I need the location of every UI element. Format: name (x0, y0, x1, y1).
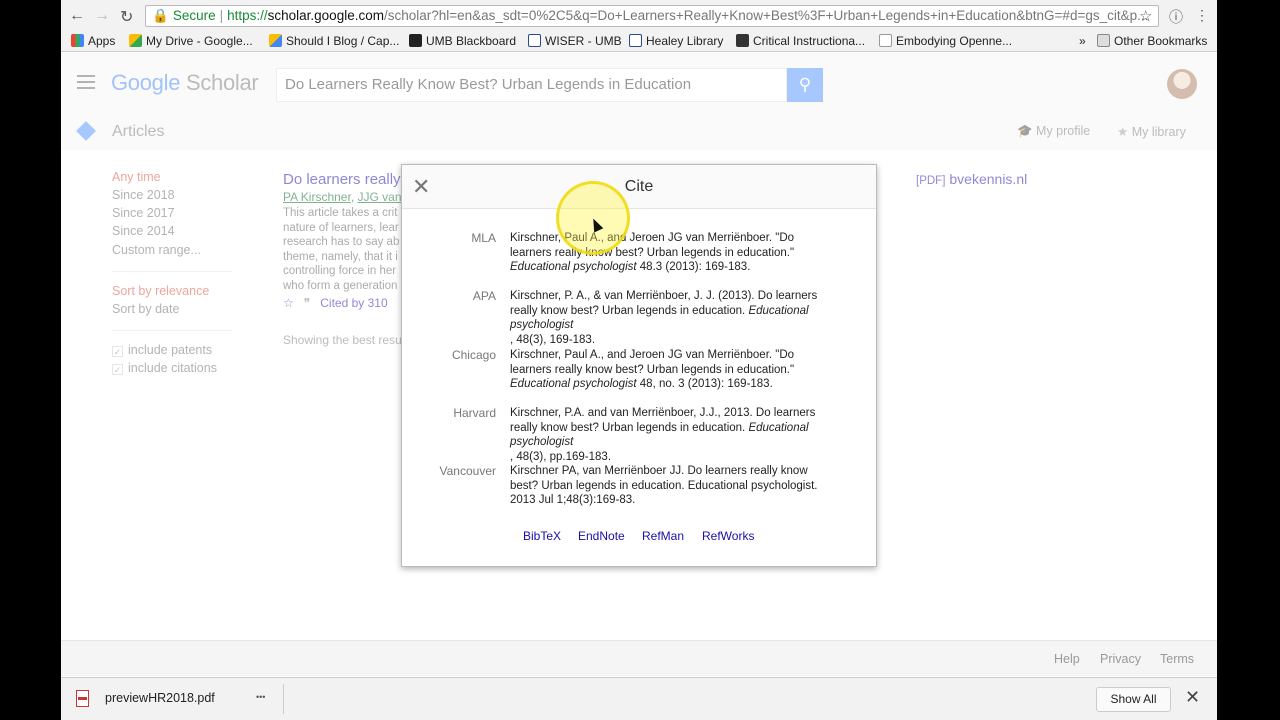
download-more-icon[interactable]: ••• (256, 692, 265, 702)
export-endnote-link[interactable]: EndNote (578, 529, 625, 543)
url-path: /scholar?hl=en&as_sdt=0%2C5&q=Do+Learner… (383, 8, 1149, 23)
page-footer: Help Privacy Terms (61, 640, 1217, 676)
drive-icon (269, 34, 282, 47)
footer-privacy-link[interactable]: Privacy (1100, 652, 1141, 666)
citation-mla[interactable]: Kirschner, Paul A., and Jeroen JG van Me… (510, 231, 840, 275)
bookmark-wiser[interactable]: WISER - UMB (528, 34, 622, 48)
forward-icon[interactable]: → (94, 7, 110, 25)
divider (283, 684, 284, 714)
bookmark-critical-instructional[interactable]: Critical Instructiona... (736, 34, 865, 48)
cite-dialog-header: Cite ✕ (402, 165, 876, 209)
footer-help-link[interactable]: Help (1054, 652, 1080, 666)
cite-style-label: MLA (471, 231, 496, 245)
citation-apa[interactable]: Kirschner, P. A., & van Merriënboer, J. … (510, 289, 840, 347)
bookmark-my-drive[interactable]: My Drive - Google... (129, 34, 253, 48)
reload-icon[interactable]: ↻ (120, 7, 133, 27)
export-refman-link[interactable]: RefMan (642, 529, 684, 543)
cite-style-label: Vancouver (439, 464, 496, 478)
show-all-button[interactable]: Show All (1096, 687, 1171, 712)
browser-toolbar: ← → ↻ 🔒 Secure | https://scholar.google.com… (61, 0, 1217, 52)
apps-icon (71, 34, 84, 47)
cite-dialog: Cite ✕ MLA Kirschner, Paul A., and Jeroe… (401, 164, 877, 567)
download-item[interactable]: previewHR2018.pdf (105, 691, 215, 705)
menu-dots-icon[interactable]: ⋮ (1195, 7, 1209, 24)
url-host: scholar.google.com (267, 8, 384, 23)
bookmark-should-i-blog[interactable]: Should I Blog / Cap... (269, 34, 399, 48)
pdf-file-icon (76, 690, 89, 707)
export-bibtex-link[interactable]: BibTeX (523, 529, 561, 543)
folder-icon (1097, 34, 1110, 47)
cite-dialog-title: Cite (624, 178, 654, 195)
cite-style-label: APA (472, 289, 496, 303)
citation-vancouver[interactable]: Kirschner PA, van Merriënboer JJ. Do lea… (510, 464, 840, 508)
back-icon[interactable]: ← (69, 7, 85, 25)
cite-style-label: Chicago (451, 348, 496, 362)
bookmark-umb-blackboard[interactable]: UMB Blackboard (409, 34, 516, 48)
address-bar[interactable]: 🔒 Secure | https://scholar.google.com/schol… (145, 5, 1159, 27)
doc-icon (736, 34, 749, 47)
footer-terms-link[interactable]: Terms (1160, 652, 1194, 666)
url-protocol: https:// (227, 8, 268, 23)
info-icon[interactable]: ⓘ (1169, 7, 1183, 27)
bookmarks-overflow[interactable]: » (1079, 34, 1086, 48)
bookmark-star-icon[interactable]: ☆ (1139, 7, 1152, 25)
secure-label: Secure (172, 8, 216, 23)
lock-icon: 🔒 (152, 8, 169, 23)
bookmark-embodying[interactable]: Embodying Openne... (879, 34, 1012, 48)
page-icon (879, 34, 892, 47)
blackboard-icon (409, 34, 422, 47)
cite-style-label: Harvard (453, 406, 496, 420)
downloads-bar: previewHR2018.pdf ••• Show All ✕ (61, 677, 1217, 720)
close-icon[interactable]: ✕ (412, 174, 430, 200)
close-icon[interactable]: ✕ (1185, 687, 1200, 708)
export-refworks-link[interactable]: RefWorks (702, 529, 754, 543)
bookmark-apps[interactable]: Apps (71, 34, 115, 48)
bookmark-other[interactable]: Other Bookmarks (1097, 34, 1207, 48)
library-icon (629, 34, 642, 47)
citation-harvard[interactable]: Kirschner, P.A. and van Merriënboer, J.J… (510, 406, 840, 464)
browser-window: ← → ↻ 🔒 Secure | https://scholar.google.com… (61, 0, 1217, 720)
wiser-icon (528, 34, 541, 47)
citation-chicago[interactable]: Kirschner, Paul A., and Jeroen JG van Me… (510, 348, 840, 392)
drive-icon (129, 34, 142, 47)
bookmark-healey-library[interactable]: Healey Library (629, 34, 723, 48)
